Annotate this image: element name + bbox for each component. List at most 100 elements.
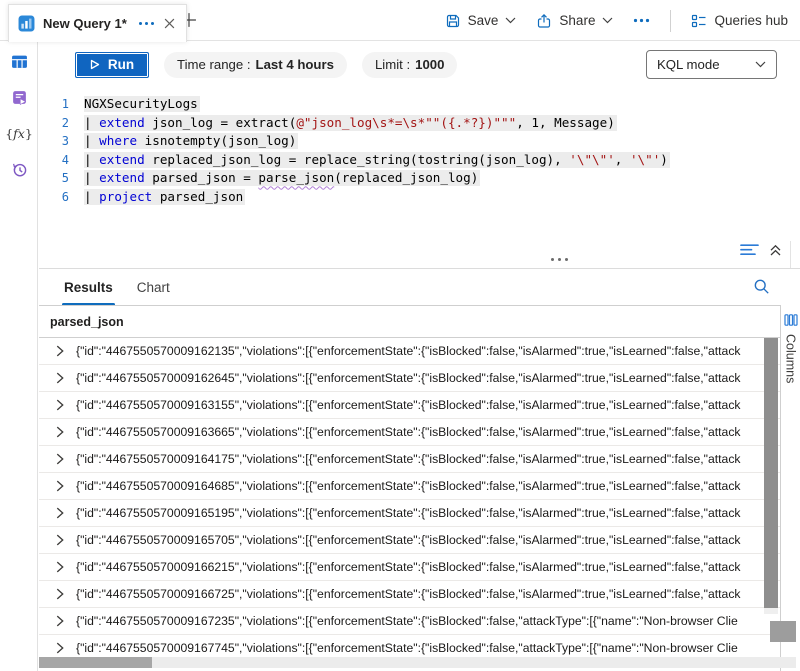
expand-row-icon[interactable]: [56, 372, 64, 384]
row-json-text: {"id":"4467550570009165195","violations"…: [76, 506, 741, 520]
table-row[interactable]: {"id":"4467550570009162135","violations"…: [39, 338, 780, 365]
table-row[interactable]: {"id":"4467550570009165705","violations"…: [39, 527, 780, 554]
table-icon: [11, 53, 28, 70]
row-json-text: {"id":"4467550570009162135","violations"…: [76, 344, 741, 358]
tab-more-options-icon[interactable]: [139, 22, 154, 25]
expand-row-icon[interactable]: [56, 345, 64, 357]
tab-chart[interactable]: Chart: [135, 269, 172, 306]
line-number: 6: [39, 190, 69, 204]
kql-mode-value: KQL mode: [657, 57, 720, 72]
sidebar-item-connections[interactable]: [0, 45, 38, 77]
share-icon: [536, 13, 552, 29]
tab-title: New Query 1*: [43, 16, 127, 31]
row-json-text: {"id":"4467550570009166215","violations"…: [76, 560, 741, 574]
code-text: | project parsed_json: [84, 189, 245, 205]
azure-data-explorer-window: New Query 1* Save S: [0, 0, 800, 671]
table-row[interactable]: {"id":"4467550570009164175","violations"…: [39, 446, 780, 473]
code-text: | where isnotempty(json_log): [84, 133, 298, 149]
ellipsis-icon: [633, 18, 650, 23]
query-tab-bar: New Query 1* Save S: [0, 0, 800, 41]
horizontal-scrollbar[interactable]: [39, 657, 796, 668]
expand-row-icon[interactable]: [56, 399, 64, 411]
expand-row-icon[interactable]: [56, 642, 64, 654]
code-line[interactable]: 1 NGXSecurityLogs: [39, 95, 800, 114]
code-line[interactable]: 6 | project parsed_json: [39, 188, 800, 207]
line-number: 1: [39, 97, 69, 111]
table-row[interactable]: {"id":"4467550570009166725","violations"…: [39, 581, 780, 608]
queries-hub-icon: [691, 13, 707, 29]
toolbar-actions: Save Share: [445, 0, 788, 41]
limit-picker[interactable]: Limit : 1000: [362, 52, 458, 78]
run-label: Run: [108, 57, 134, 72]
table-row[interactable]: {"id":"4467550570009162645","violations"…: [39, 365, 780, 392]
row-json-text: {"id":"4467550570009167745","violations"…: [76, 641, 738, 655]
columns-panel-toggle[interactable]: Columns: [780, 305, 800, 671]
expand-row-icon[interactable]: [56, 588, 64, 600]
share-label: Share: [559, 13, 595, 28]
pane-splitter[interactable]: [39, 239, 800, 268]
chevron-down-icon: [755, 61, 766, 68]
divider: [670, 10, 671, 32]
save-button[interactable]: Save: [445, 13, 517, 29]
expand-row-icon[interactable]: [56, 453, 64, 465]
scrollbar-corner: [770, 621, 796, 642]
search-icon: [753, 278, 770, 295]
double-chevron-up-icon: [769, 244, 782, 257]
vertical-scrollbar[interactable]: [764, 338, 778, 614]
table-row[interactable]: {"id":"4467550570009165195","violations"…: [39, 500, 780, 527]
collapse-editor-button[interactable]: [769, 244, 782, 257]
row-json-text: {"id":"4467550570009163665","violations"…: [76, 425, 741, 439]
row-json-text: {"id":"4467550570009164685","violations"…: [76, 479, 741, 493]
line-number: 5: [39, 171, 69, 185]
code-text: | extend json_log = extract(@"json_log\s…: [84, 115, 617, 131]
limit-label: Limit :: [375, 57, 410, 72]
time-range-picker[interactable]: Time range : Last 4 hours: [164, 52, 347, 78]
row-json-text: {"id":"4467550570009167235","violations"…: [76, 614, 738, 628]
code-line[interactable]: 4| extend replaced_json_log = replace_st…: [39, 151, 800, 170]
recall-results-button[interactable]: [740, 243, 760, 257]
code-text: | extend parsed_json = parse_json(replac…: [84, 170, 480, 186]
column-header-parsed-json[interactable]: parsed_json: [39, 305, 800, 338]
expand-row-icon[interactable]: [56, 426, 64, 438]
run-button[interactable]: Run: [75, 52, 149, 78]
line-number: 2: [39, 116, 69, 130]
tab-new-query[interactable]: New Query 1*: [8, 4, 187, 42]
query-toolbar: Run Time range : Last 4 hours Limit : 10…: [39, 41, 800, 88]
search-results-button[interactable]: [753, 278, 770, 295]
code-line[interactable]: 2 | extend json_log = extract(@"json_log\…: [39, 114, 800, 133]
expand-row-icon[interactable]: [56, 480, 64, 492]
history-clock-icon: [11, 161, 28, 178]
tab-close-icon[interactable]: [164, 18, 175, 29]
more-commands-button[interactable]: [633, 18, 650, 23]
table-row[interactable]: {"id":"4467550570009163665","violations"…: [39, 419, 780, 446]
splitter-handle-icon[interactable]: [551, 258, 568, 261]
table-row[interactable]: {"id":"4467550570009167235","violations"…: [39, 608, 780, 635]
expand-row-icon[interactable]: [56, 534, 64, 546]
left-navigation-rail: {fx}: [0, 41, 38, 671]
code-line[interactable]: 5 | extend parsed_json = parse_json(repla…: [39, 169, 800, 188]
kql-mode-select[interactable]: KQL mode: [646, 50, 777, 79]
horizontal-scrollbar-thumb[interactable]: [39, 657, 152, 668]
share-button[interactable]: Share: [536, 13, 613, 29]
tab-results[interactable]: Results: [62, 269, 115, 306]
chevron-down-icon: [505, 17, 516, 24]
vertical-scrollbar-thumb[interactable]: [764, 338, 778, 608]
table-row[interactable]: {"id":"4467550570009163155","violations"…: [39, 392, 780, 419]
table-row[interactable]: {"id":"4467550570009166215","violations"…: [39, 554, 780, 581]
sidebar-item-saved-scripts[interactable]: [0, 81, 38, 113]
query-editor[interactable]: 1 NGXSecurityLogs 2 | extend json_log = ext…: [39, 88, 800, 239]
expand-row-icon[interactable]: [56, 561, 64, 573]
expand-row-icon[interactable]: [56, 615, 64, 627]
kusto-query-icon: [18, 15, 35, 32]
table-row[interactable]: {"id":"4467550570009164685","violations"…: [39, 473, 780, 500]
queries-hub-button[interactable]: Queries hub: [691, 13, 788, 29]
code-text: NGXSecurityLogs: [84, 96, 200, 112]
time-range-label: Time range :: [177, 57, 251, 72]
code-line[interactable]: 3| where isnotempty(json_log): [39, 132, 800, 151]
divider: [790, 241, 791, 268]
chevron-down-icon: [602, 17, 613, 24]
expand-row-icon[interactable]: [56, 507, 64, 519]
sidebar-item-functions[interactable]: {fx}: [0, 117, 38, 149]
sidebar-item-query-history[interactable]: [0, 153, 38, 185]
queries-hub-label: Queries hub: [714, 13, 788, 28]
